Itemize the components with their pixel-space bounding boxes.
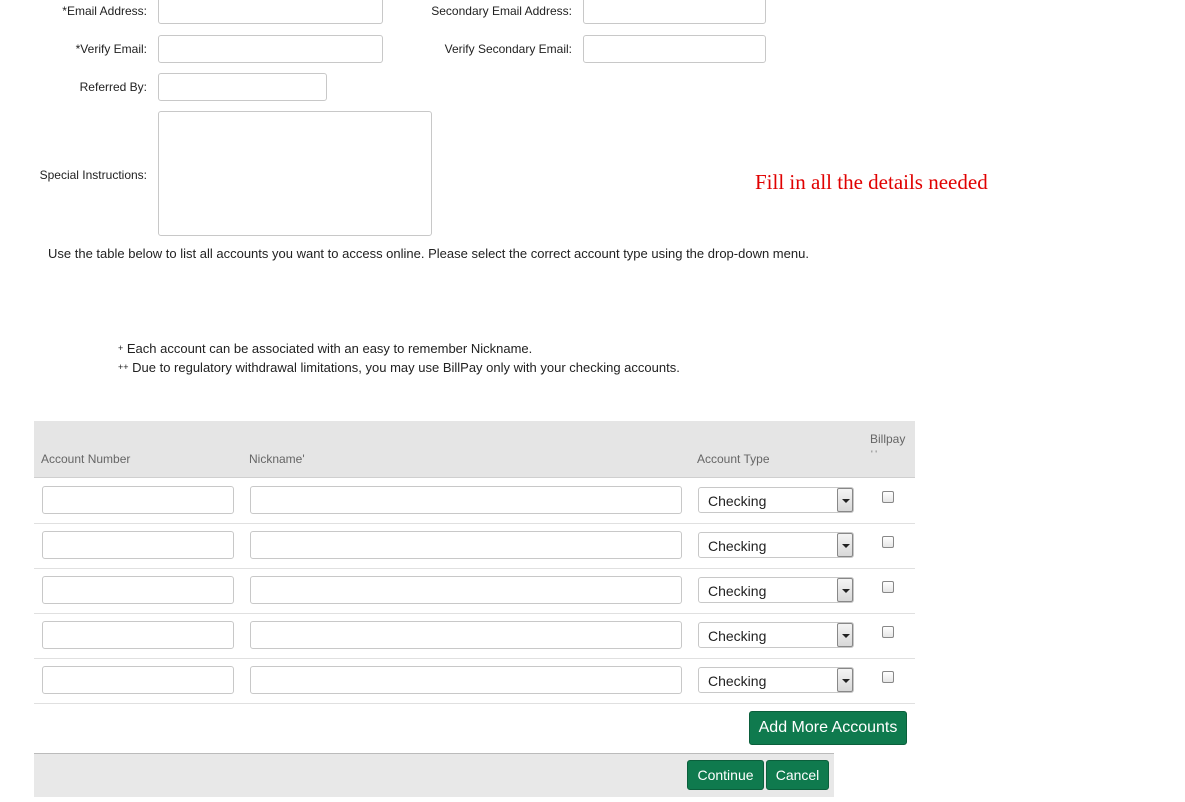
billpay-checkbox[interactable] bbox=[882, 491, 894, 503]
footnote-billpay-text: Due to regulatory withdrawal limitations… bbox=[128, 360, 680, 375]
billpay-checkbox[interactable] bbox=[882, 536, 894, 548]
account-type-select[interactable]: Checking bbox=[698, 487, 854, 513]
referred-by-field[interactable] bbox=[158, 73, 327, 101]
table-row: Checking bbox=[34, 613, 915, 659]
chevron-down-icon[interactable] bbox=[837, 488, 853, 512]
account-number-input[interactable] bbox=[42, 666, 234, 694]
account-number-input[interactable] bbox=[42, 486, 234, 514]
header-billpay: Billpay bbox=[870, 432, 906, 446]
chevron-down-icon[interactable] bbox=[837, 668, 853, 692]
account-type-select[interactable]: Checking bbox=[698, 667, 854, 693]
nickname-input[interactable] bbox=[250, 666, 682, 694]
referred-by-label: Referred By: bbox=[79, 80, 147, 94]
account-type-value: Checking bbox=[708, 538, 767, 554]
chevron-down-icon[interactable] bbox=[837, 623, 853, 647]
header-nickname: Nickname' bbox=[249, 452, 305, 466]
verify-secondary-email-label: Verify Secondary Email: bbox=[444, 42, 572, 56]
table-row: Checking bbox=[34, 568, 915, 614]
accounts-table-header: Account Number Nickname' Account Type Bi… bbox=[34, 421, 915, 478]
billpay-checkbox[interactable] bbox=[882, 671, 894, 683]
email-label: *Email Address: bbox=[62, 4, 147, 18]
verify-secondary-email-field[interactable] bbox=[583, 35, 766, 63]
account-type-value: Checking bbox=[708, 628, 767, 644]
nickname-input[interactable] bbox=[250, 621, 682, 649]
nickname-input[interactable] bbox=[250, 531, 682, 559]
add-more-accounts-button[interactable]: Add More Accounts bbox=[749, 711, 907, 745]
verify-email-field[interactable] bbox=[158, 35, 383, 63]
account-type-value: Checking bbox=[708, 583, 767, 599]
secondary-email-label: Secondary Email Address: bbox=[431, 4, 572, 18]
footnote-billpay: ++ Due to regulatory withdrawal limitati… bbox=[118, 358, 680, 379]
account-type-select[interactable]: Checking bbox=[698, 622, 854, 648]
account-number-input[interactable] bbox=[42, 576, 234, 604]
annotation-note: Fill in all the details needed bbox=[755, 170, 988, 194]
chevron-down-icon[interactable] bbox=[837, 578, 853, 602]
header-account-number: Account Number bbox=[41, 452, 131, 466]
cancel-button[interactable]: Cancel bbox=[766, 760, 829, 790]
header-account-type: Account Type bbox=[697, 452, 770, 466]
chevron-down-icon[interactable] bbox=[837, 533, 853, 557]
account-number-input[interactable] bbox=[42, 621, 234, 649]
continue-button[interactable]: Continue bbox=[687, 760, 764, 790]
account-type-select[interactable]: Checking bbox=[698, 577, 854, 603]
footnote-nickname-text: Each account can be associated with an e… bbox=[123, 341, 533, 356]
instructions-text: Use the table below to list all accounts… bbox=[48, 246, 809, 261]
billpay-checkbox[interactable] bbox=[882, 581, 894, 593]
nickname-input[interactable] bbox=[250, 486, 682, 514]
table-row: Checking bbox=[34, 478, 915, 524]
nickname-input[interactable] bbox=[250, 576, 682, 604]
table-row: Checking bbox=[34, 658, 915, 704]
table-row: Checking bbox=[34, 523, 915, 569]
footnote-nickname-mark: + bbox=[118, 343, 124, 353]
verify-email-label: *Verify Email: bbox=[75, 42, 147, 56]
secondary-email-field[interactable] bbox=[583, 0, 766, 24]
account-type-value: Checking bbox=[708, 493, 767, 509]
footnote-nickname: + Each account can be associated with an… bbox=[118, 339, 532, 360]
special-instructions-label: Special Instructions: bbox=[39, 168, 147, 182]
account-number-input[interactable] bbox=[42, 531, 234, 559]
billpay-checkbox[interactable] bbox=[882, 626, 894, 638]
account-type-select[interactable]: Checking bbox=[698, 532, 854, 558]
account-type-value: Checking bbox=[708, 673, 767, 689]
special-instructions-textarea[interactable] bbox=[158, 111, 432, 236]
header-billpay-mark: ' ' bbox=[871, 449, 877, 459]
footnote-billpay-mark: ++ bbox=[118, 362, 129, 372]
email-field[interactable] bbox=[158, 0, 383, 24]
